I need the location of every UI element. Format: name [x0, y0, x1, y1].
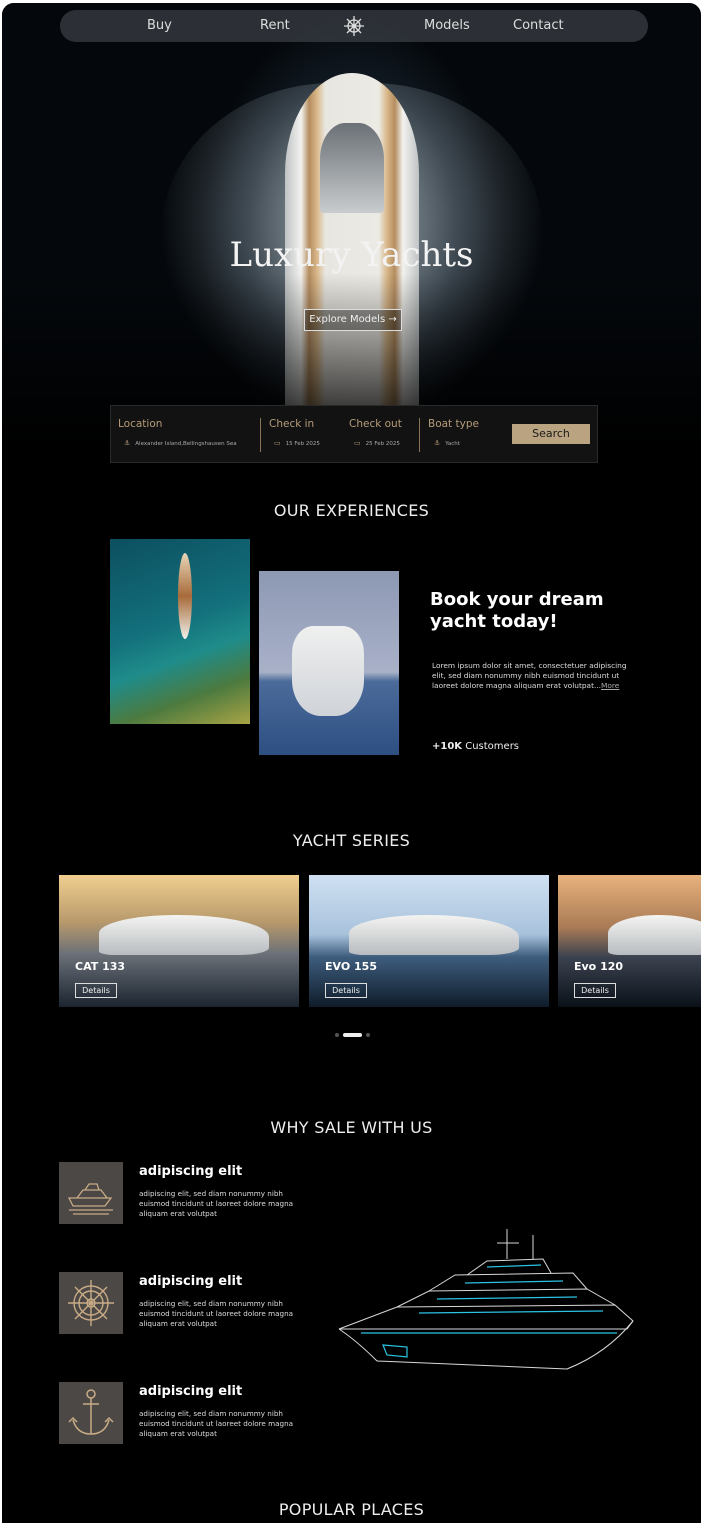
- feature-body: adipiscing elit, sed diam nonummy nibh e…: [139, 1299, 294, 1328]
- checkin-label: Check in: [269, 418, 315, 430]
- feature-body: adipiscing elit, sed diam nonummy nibh e…: [139, 1409, 294, 1438]
- details-button[interactable]: Details: [325, 983, 367, 998]
- popular-title: POPULAR PLACES: [278, 1500, 425, 1519]
- feature-icon-box: [59, 1162, 123, 1224]
- yacht-wireframe-icon: [338, 1229, 634, 1370]
- series-card[interactable]: Evo 120 Details: [558, 875, 701, 1007]
- calendar-icon: ▭: [354, 439, 361, 447]
- nav-rent[interactable]: Rent: [260, 18, 290, 33]
- feature-icon-box: [59, 1382, 123, 1444]
- feature-heading: adipiscing elit: [139, 1384, 243, 1399]
- customers-count: +10K: [432, 741, 463, 752]
- more-link[interactable]: More: [601, 681, 619, 690]
- customers-label: Customers: [465, 741, 520, 752]
- ships-wheel-icon: [68, 1280, 114, 1326]
- anchor-icon: ⚓: [124, 439, 131, 447]
- hero-yacht-deck: [320, 123, 384, 213]
- page: Buy Rent Models Contact Luxury Yachts Ex…: [2, 3, 701, 1523]
- checkin-value: 15 Feb 2025: [285, 441, 320, 447]
- booking-search-bar: Location ⚓ Alexander Island,Bellingshause…: [110, 405, 598, 463]
- series-card[interactable]: EVO 155 Details: [309, 875, 549, 1007]
- yacht-shape: [349, 915, 519, 955]
- nav-buy[interactable]: Buy: [147, 18, 172, 33]
- carousel-dot[interactable]: [335, 1033, 339, 1037]
- top-nav: Buy Rent Models Contact: [60, 10, 648, 42]
- location-label: Location: [118, 418, 163, 430]
- series-card[interactable]: CAT 133 Details: [59, 875, 299, 1007]
- series-card-name: Evo 120: [574, 960, 624, 973]
- yacht-shape: [178, 553, 192, 639]
- feature-icon-box: [59, 1272, 123, 1334]
- customers-stat: +10K Customers: [432, 741, 519, 752]
- anchor-icon: ⚓: [434, 439, 441, 447]
- location-value: Alexander Island,Bellingshausen Sea: [135, 441, 237, 447]
- carousel-dot[interactable]: [366, 1033, 370, 1037]
- yacht-shape: [292, 626, 364, 716]
- feature-body: adipiscing elit, sed diam nonummy nibh e…: [139, 1189, 294, 1218]
- nav-contact[interactable]: Contact: [513, 18, 564, 33]
- carousel-dot-active[interactable]: [343, 1033, 362, 1037]
- why-title: WHY SALE WITH US: [270, 1118, 433, 1137]
- details-button[interactable]: Details: [75, 983, 117, 998]
- feature-heading: adipiscing elit: [139, 1274, 243, 1289]
- experiences-body: Lorem ipsum dolor sit amet, consectetuer…: [432, 661, 642, 691]
- yacht-icon: [67, 1183, 113, 1215]
- series-card-name: EVO 155: [325, 960, 377, 973]
- experience-image-aerial: [110, 539, 250, 724]
- checkout-value: 25 Feb 2025: [365, 441, 400, 447]
- checkout-label: Check out: [349, 418, 402, 430]
- details-button[interactable]: Details: [574, 983, 616, 998]
- series-title: YACHT SERIES: [292, 831, 411, 850]
- ships-wheel-icon[interactable]: [343, 15, 365, 37]
- divider: [260, 418, 261, 452]
- series-card-name: CAT 133: [75, 960, 126, 973]
- explore-models-button[interactable]: Explore Models →: [304, 309, 402, 331]
- boattype-label: Boat type: [428, 418, 479, 430]
- divider: [419, 418, 420, 452]
- experiences-heading: Book your dream yacht today!: [430, 589, 604, 632]
- boattype-value: Yacht: [445, 441, 460, 447]
- search-button[interactable]: Search: [512, 424, 590, 444]
- experiences-body-text: Lorem ipsum dolor sit amet, consectetuer…: [432, 661, 627, 690]
- experiences-title: OUR EXPERIENCES: [273, 501, 430, 520]
- anchor-icon: [68, 1389, 114, 1435]
- arrow-right-icon: →: [388, 314, 397, 325]
- yacht-shape: [608, 915, 701, 955]
- feature-heading: adipiscing elit: [139, 1164, 243, 1179]
- explore-models-label: Explore Models: [309, 314, 386, 325]
- hero-section: Buy Rent Models Contact Luxury Yachts Ex…: [2, 3, 701, 473]
- hero-title: Luxury Yachts: [229, 235, 474, 275]
- calendar-icon: ▭: [274, 439, 281, 447]
- nav-models[interactable]: Models: [424, 18, 470, 33]
- experience-image-superyacht: [259, 571, 399, 755]
- yacht-shape: [99, 915, 269, 955]
